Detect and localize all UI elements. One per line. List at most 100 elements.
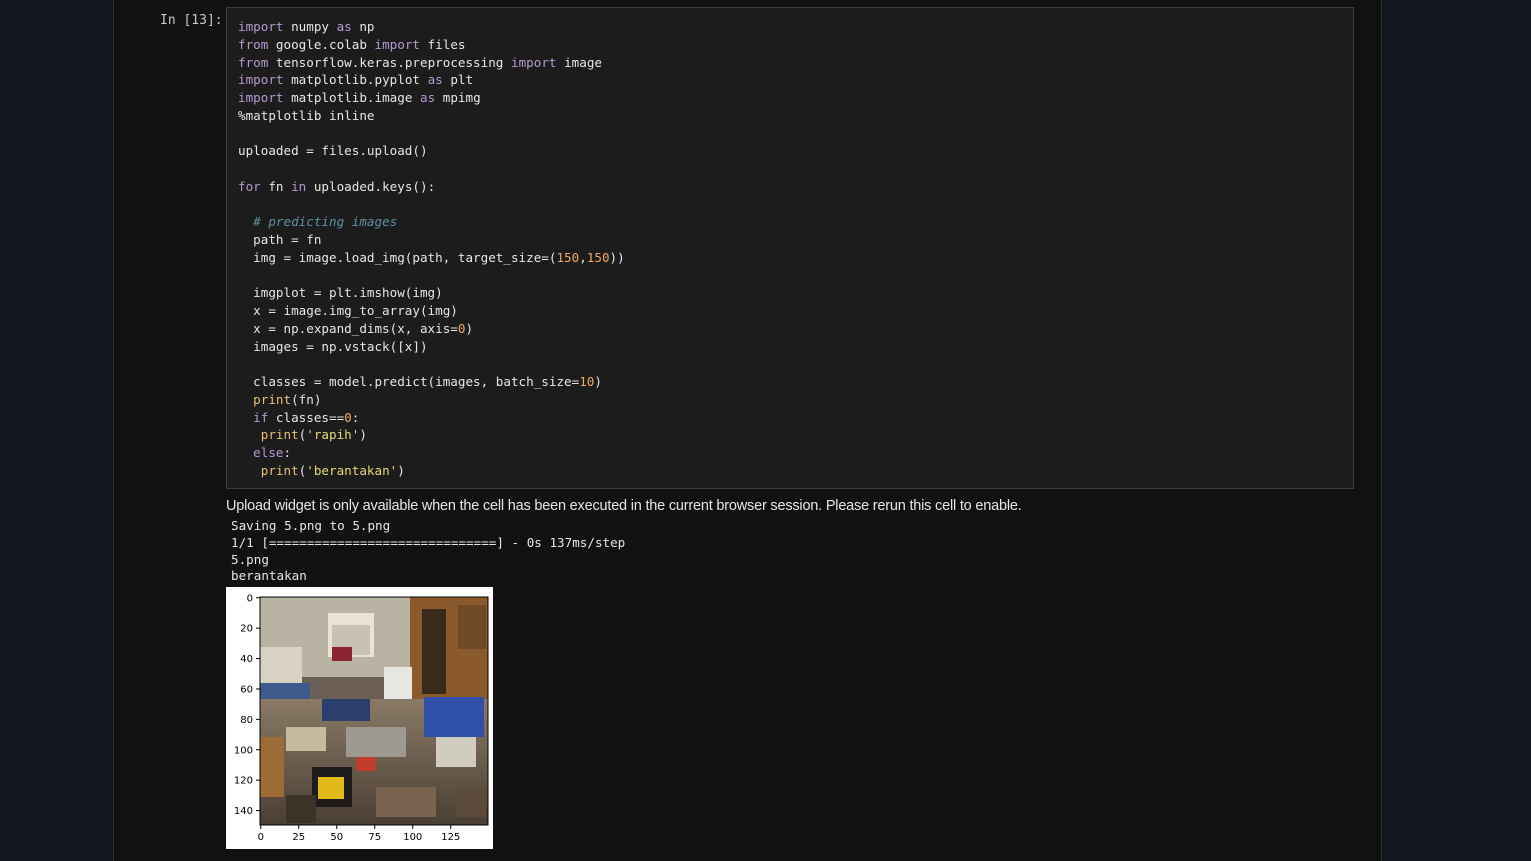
code-line: x = np.expand_dims(x, axis=0) xyxy=(238,321,473,336)
stdout-line: Saving 5.png to 5.png xyxy=(231,518,391,533)
code-token: import xyxy=(510,54,557,70)
code-line: from tensorflow.keras.preprocessing impo… xyxy=(238,55,602,70)
code-token: import xyxy=(374,36,421,52)
code-token: 150 xyxy=(556,249,580,265)
code-token: in xyxy=(291,178,307,194)
code-line: x = image.img_to_array(img) xyxy=(238,303,458,318)
imshow-plot: 0 20 40 60 80 100 120 140 0 25 50 75 100 125 xyxy=(234,593,489,843)
code-token: , xyxy=(579,249,587,265)
code-token: np xyxy=(351,19,375,34)
code-token: 150 xyxy=(586,249,610,265)
code-token: if xyxy=(253,409,269,425)
code-line: for fn in uploaded.keys(): xyxy=(238,179,435,194)
code-token: x = image.img_to_array(img) xyxy=(238,303,458,318)
code-token: classes = model.predict(images, batch_si… xyxy=(238,374,580,389)
code-token: ) xyxy=(397,462,405,478)
messy-room-photo xyxy=(260,597,488,825)
y-tick-label: 120 xyxy=(234,776,253,787)
code-token: google.colab xyxy=(268,36,375,52)
code-token: mpimg xyxy=(435,90,481,105)
code-token: plt xyxy=(442,72,474,88)
code-token: : xyxy=(283,445,292,460)
code-token: (fn) xyxy=(291,391,322,407)
code-token: import xyxy=(238,19,284,34)
code-line: print(fn) xyxy=(238,392,321,407)
code-token: ) xyxy=(594,374,602,389)
upload-widget-notice: Upload widget is only available when the… xyxy=(226,498,1022,514)
stdout-line: berantakan xyxy=(231,568,307,584)
x-tick-label: 50 xyxy=(330,832,343,843)
code-line: %matplotlib inline xyxy=(238,108,374,123)
code-line: import matplotlib.image as mpimg xyxy=(238,90,481,105)
code-line: imgplot = plt.imshow(img) xyxy=(238,285,443,300)
code-token: path = fn xyxy=(238,232,322,247)
code-line: print('rapih') xyxy=(238,427,367,442)
code-token: as xyxy=(427,72,443,88)
code-line: uploaded = files.upload() xyxy=(238,143,428,158)
code-token: 10 xyxy=(579,374,595,389)
code-token: classes== xyxy=(268,409,345,425)
stdout-line: 5.png xyxy=(231,551,269,567)
code-line: path = fn xyxy=(238,232,321,247)
code-line: images = np.vstack([x]) xyxy=(238,338,428,354)
code-token: uploaded = files.upload() xyxy=(238,143,428,159)
matplotlib-figure: 0 20 40 60 80 100 120 140 0 25 50 75 100 125 xyxy=(226,587,493,849)
code-token: fn xyxy=(260,178,292,194)
code-token: imgplot = plt.imshow(img) xyxy=(238,285,443,301)
cell-prompt: In [13]: xyxy=(160,13,223,28)
code-token: )) xyxy=(609,249,625,265)
code-token: matplotlib.image xyxy=(283,90,420,105)
code-line: classes = model.predict(images, batch_si… xyxy=(238,374,602,389)
code-token: x = np.expand_dims(x, axis= xyxy=(238,320,458,336)
y-tick-label: 140 xyxy=(234,806,253,817)
code-cell-editor[interactable]: import numpy as np from google.colab imp… xyxy=(226,7,1354,489)
stdout-stream: Saving 5.png to 5.png 1/1 [=============… xyxy=(231,518,625,585)
code-line: # predicting images xyxy=(238,214,397,229)
code-token: import xyxy=(238,90,284,105)
x-tick-label: 125 xyxy=(441,832,460,843)
code-text[interactable]: import numpy as np from google.colab imp… xyxy=(238,18,625,480)
code-token: as xyxy=(419,90,436,105)
code-token: matplotlib.pyplot xyxy=(283,72,428,88)
x-tick-label: 25 xyxy=(292,832,305,843)
x-tick-label: 0 xyxy=(258,832,264,843)
code-token: from xyxy=(238,36,269,52)
y-tick-label: 100 xyxy=(234,745,253,756)
code-token: images = np.vstack([x]) xyxy=(238,338,428,354)
code-token: for xyxy=(238,178,261,194)
code-token: # predicting images xyxy=(253,214,398,230)
code-token: : xyxy=(351,409,360,425)
x-tick-label: 100 xyxy=(403,832,422,843)
code-token: as xyxy=(336,19,352,34)
y-tick-label: 60 xyxy=(240,684,253,695)
code-token: numpy xyxy=(283,19,337,34)
code-token: 'rapih' xyxy=(306,427,360,443)
code-token: print xyxy=(253,391,292,407)
y-tick-label: 20 xyxy=(240,624,253,635)
code-line: img = image.load_img(path, target_size=(… xyxy=(238,250,625,265)
code-token: image xyxy=(556,54,602,70)
code-token: 0 xyxy=(344,409,352,425)
code-token: print xyxy=(260,427,299,443)
code-line: import matplotlib.pyplot as plt xyxy=(238,72,473,87)
stdout-line: 1/1 [==============================] - 0… xyxy=(231,534,626,550)
code-token: tensorflow.keras.preprocessing xyxy=(268,54,511,70)
y-tick-label: 80 xyxy=(240,715,253,726)
code-token: img = image.load_img(path, target_size=( xyxy=(238,249,557,265)
code-line: if classes==0: xyxy=(238,410,359,425)
code-token: 'berantakan' xyxy=(306,462,398,478)
code-line: else: xyxy=(238,445,291,460)
code-token: ) xyxy=(465,320,474,336)
code-token: from xyxy=(238,54,269,70)
code-token: ) xyxy=(359,427,367,443)
y-tick-label: 0 xyxy=(247,593,253,604)
code-token: else xyxy=(253,445,284,460)
code-token: %matplotlib inline xyxy=(238,107,375,123)
code-line: import numpy as np xyxy=(238,19,375,34)
